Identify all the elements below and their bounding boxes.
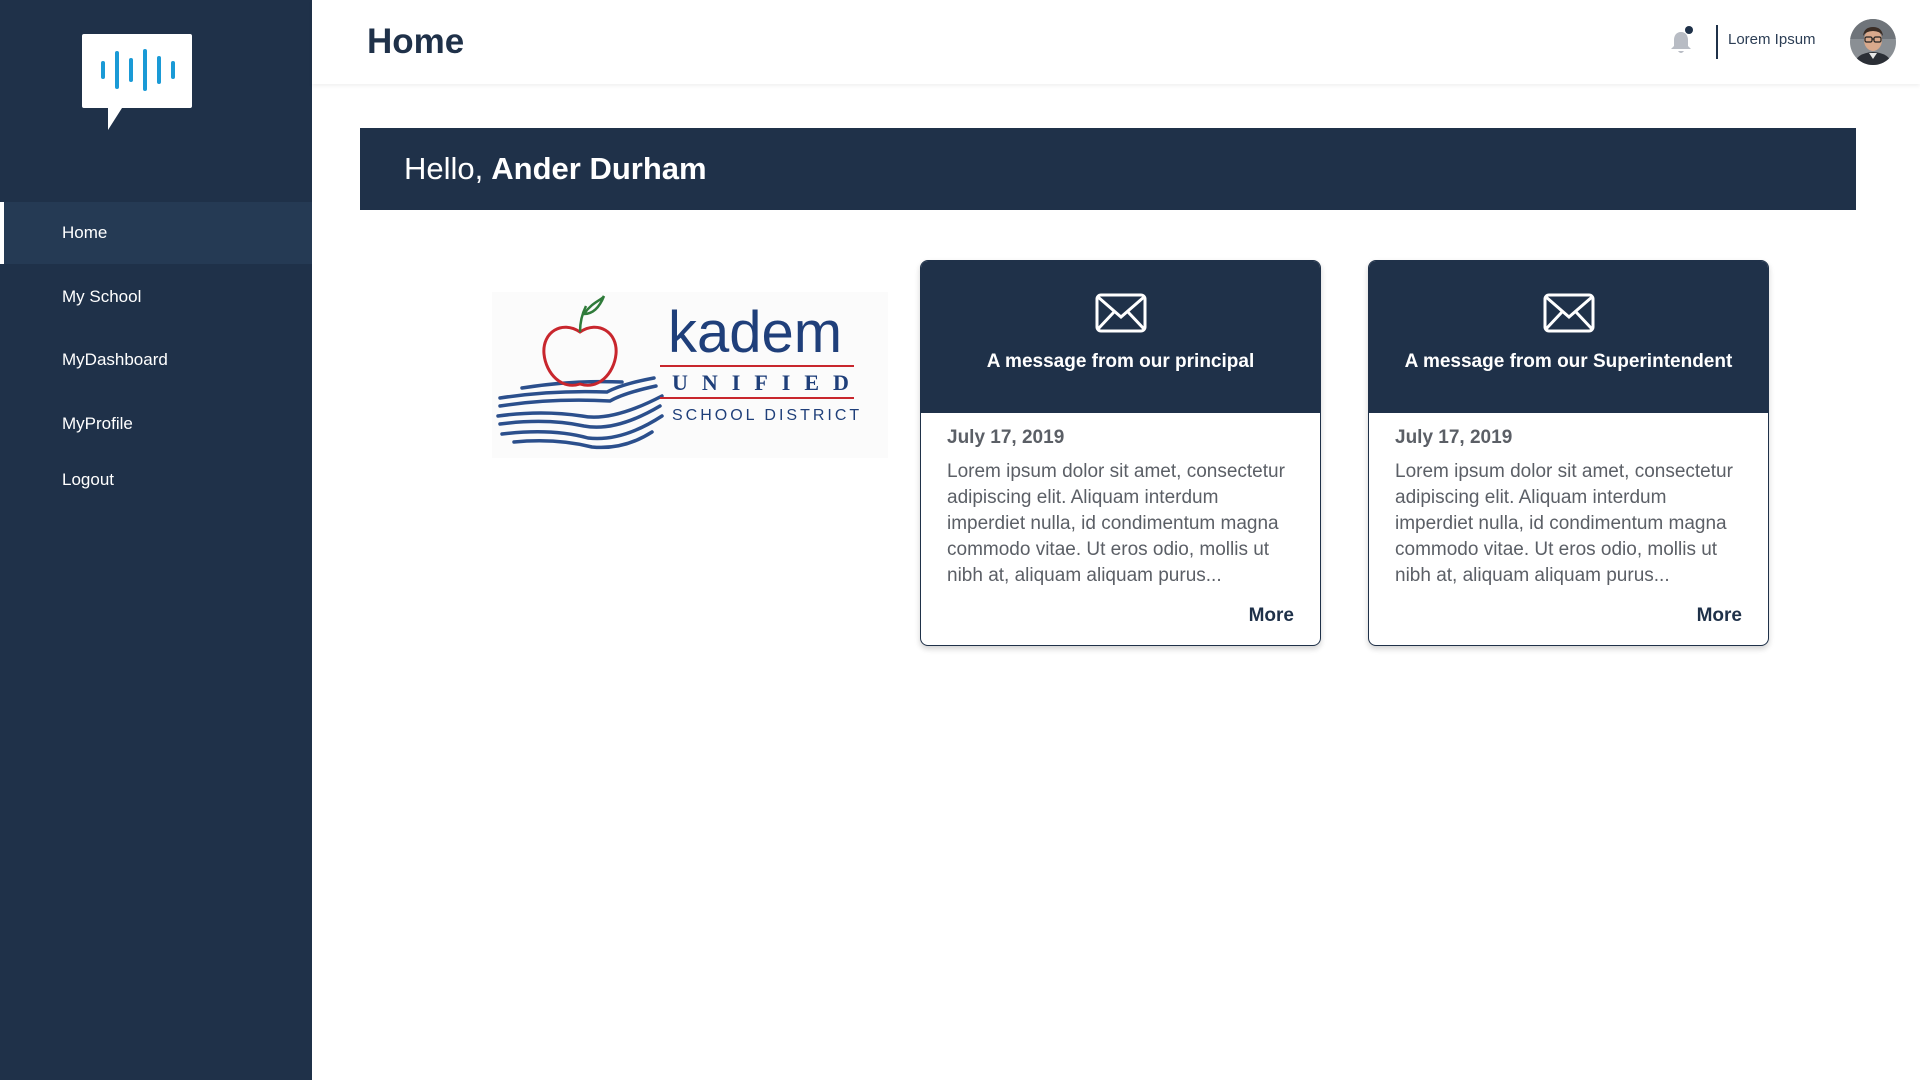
school-district-logo: kadem UNIFIED SCHOOL DISTRICT <box>492 292 888 458</box>
sidebar-item-label: MyProfile <box>62 414 133 433</box>
header-username[interactable]: Lorem Ipsum <box>1728 31 1816 48</box>
sidebar-item-my-school[interactable]: My School <box>0 266 312 328</box>
greeting-banner: Hello, Ander Durham <box>360 128 1856 210</box>
sidebar: Home My School MyDashboard MyProfile Log… <box>0 0 312 1080</box>
card-date: July 17, 2019 <box>1395 427 1513 448</box>
more-link[interactable]: More <box>1697 605 1742 627</box>
avatar-icon <box>1850 19 1896 65</box>
card-header: A message from our Superintendent <box>1369 261 1768 413</box>
message-card-principal: A message from our principal July 17, 20… <box>920 260 1321 646</box>
card-excerpt: Lorem ipsum dolor sit amet, consectetur … <box>1395 461 1733 586</box>
card-body: July 17, 2019 Lorem ipsum dolor sit amet… <box>921 413 1320 645</box>
more-link[interactable]: More <box>1249 605 1294 627</box>
sidebar-item-myprofile[interactable]: MyProfile <box>0 393 312 455</box>
school-logo-district: SCHOOL DISTRICT <box>672 407 862 424</box>
school-logo-unified: UNIFIED <box>672 370 863 395</box>
card-excerpt: Lorem ipsum dolor sit amet, consectetur … <box>947 461 1285 586</box>
notification-button[interactable] <box>1668 26 1696 56</box>
chat-audio-logo-icon <box>82 34 192 130</box>
greeting-user-name: Ander Durham <box>491 151 707 186</box>
sidebar-item-label: My School <box>62 287 142 306</box>
envelope-icon <box>1095 293 1146 333</box>
apple-books-logo-icon: kadem UNIFIED SCHOOL DISTRICT <box>492 292 888 458</box>
sidebar-item-label: MyDashboard <box>62 350 168 369</box>
sidebar-item-label: Home <box>62 223 108 242</box>
sidebar-item-label: Logout <box>62 470 114 489</box>
user-avatar[interactable] <box>1850 19 1896 65</box>
sidebar-item-logout[interactable]: Logout <box>0 449 312 511</box>
school-logo-name: kadem <box>668 300 842 365</box>
greeting-text: Hello, <box>404 151 484 186</box>
card-header: A message from our principal <box>921 261 1320 413</box>
top-header: Home Lorem Ipsum <box>312 0 1920 84</box>
app-logo[interactable] <box>82 34 192 134</box>
envelope-icon <box>1543 293 1594 333</box>
notification-dot <box>1685 26 1693 34</box>
card-date: July 17, 2019 <box>947 427 1065 448</box>
header-divider <box>1716 25 1718 59</box>
sidebar-item-home[interactable]: Home <box>0 202 312 264</box>
bell-icon <box>1671 26 1693 53</box>
card-title: A message from our principal <box>986 351 1255 372</box>
message-card-superintendent: A message from our Superintendent July 1… <box>1368 260 1769 646</box>
sidebar-item-mydashboard[interactable]: MyDashboard <box>0 329 312 391</box>
page-title: Home <box>367 22 465 61</box>
card-title: A message from our Superintendent <box>1404 351 1733 372</box>
card-body: July 17, 2019 Lorem ipsum dolor sit amet… <box>1369 413 1768 645</box>
